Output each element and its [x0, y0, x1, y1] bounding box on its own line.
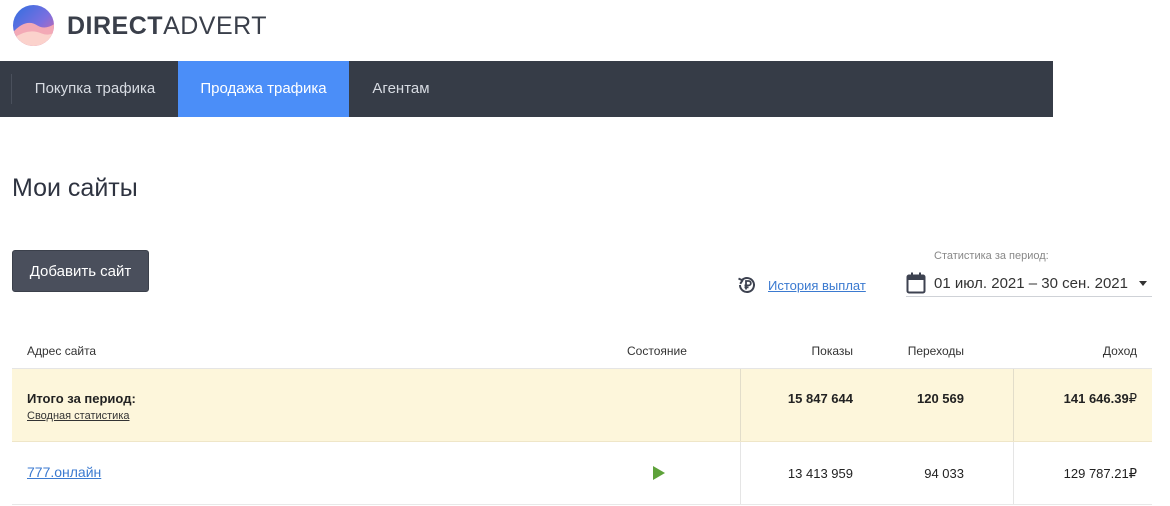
total-income: 141 646.39₽ [1012, 391, 1137, 407]
period-selector[interactable]: 01 июл. 2021 – 30 сен. 2021 [906, 270, 1152, 297]
site-clicks: 94 033 [924, 466, 964, 481]
total-clicks: 120 569 [917, 391, 964, 406]
brand-bold: DIRECT [67, 12, 164, 40]
total-title: Итого за период: [27, 391, 136, 406]
col-status: Состояние [627, 344, 687, 358]
sites-table: Адрес сайта Состояние Показы Переходы До… [12, 334, 1152, 505]
main-nav: Покупка трафика Продажа трафика Агентам [0, 61, 1053, 117]
period-value: 01 июл. 2021 – 30 сен. 2021 [934, 274, 1128, 292]
site-link[interactable]: 777.онлайн [27, 464, 101, 480]
period-label: Статистика за период: [934, 250, 1049, 262]
site-income-value: 129 787.21 [1063, 466, 1129, 481]
tab-sell-traffic[interactable]: Продажа трафика [178, 61, 349, 117]
site-impressions: 13 413 959 [787, 466, 853, 481]
tab-buy-traffic[interactable]: Покупка трафика [12, 61, 178, 117]
col-address: Адрес сайта [27, 344, 97, 358]
chevron-down-icon [1139, 280, 1147, 286]
payout-history-link[interactable]: История выплат [768, 278, 866, 293]
col-clicks[interactable]: Переходы [864, 344, 964, 358]
tab-agents[interactable]: Агентам [349, 61, 453, 117]
currency-sign: ₽ [1128, 466, 1137, 481]
calendar-icon [906, 272, 926, 294]
logo-icon[interactable] [12, 4, 55, 47]
table-header: Адрес сайта Состояние Показы Переходы До… [12, 334, 1152, 369]
summary-stats-link[interactable]: Сводная статистика [27, 410, 130, 422]
brand-light: ADVERT [163, 12, 268, 40]
ruble-history-icon [738, 277, 755, 293]
page-title: Мои сайты [12, 174, 138, 202]
total-income-value: 141 646.39 [1063, 391, 1129, 406]
column-divider [740, 369, 741, 441]
col-income[interactable]: Доход [1037, 344, 1137, 358]
payout-history[interactable]: История выплат [735, 272, 866, 298]
col-impressions[interactable]: Показы [753, 344, 853, 358]
table-row: 777.онлайн 13 413 959 94 033 129 787.21₽ [12, 442, 1152, 505]
total-impressions: 15 847 644 [787, 391, 853, 406]
column-divider [740, 442, 741, 504]
header: DIRECTADVERT [0, 0, 1170, 61]
total-row: Итого за период: Сводная статистика 15 8… [12, 369, 1152, 442]
site-income: 129 787.21₽ [1012, 466, 1137, 482]
currency-sign: ₽ [1128, 391, 1137, 406]
play-icon[interactable] [653, 466, 665, 480]
brand-name: DIRECTADVERT [67, 12, 267, 40]
add-site-button[interactable]: Добавить сайт [12, 250, 149, 292]
